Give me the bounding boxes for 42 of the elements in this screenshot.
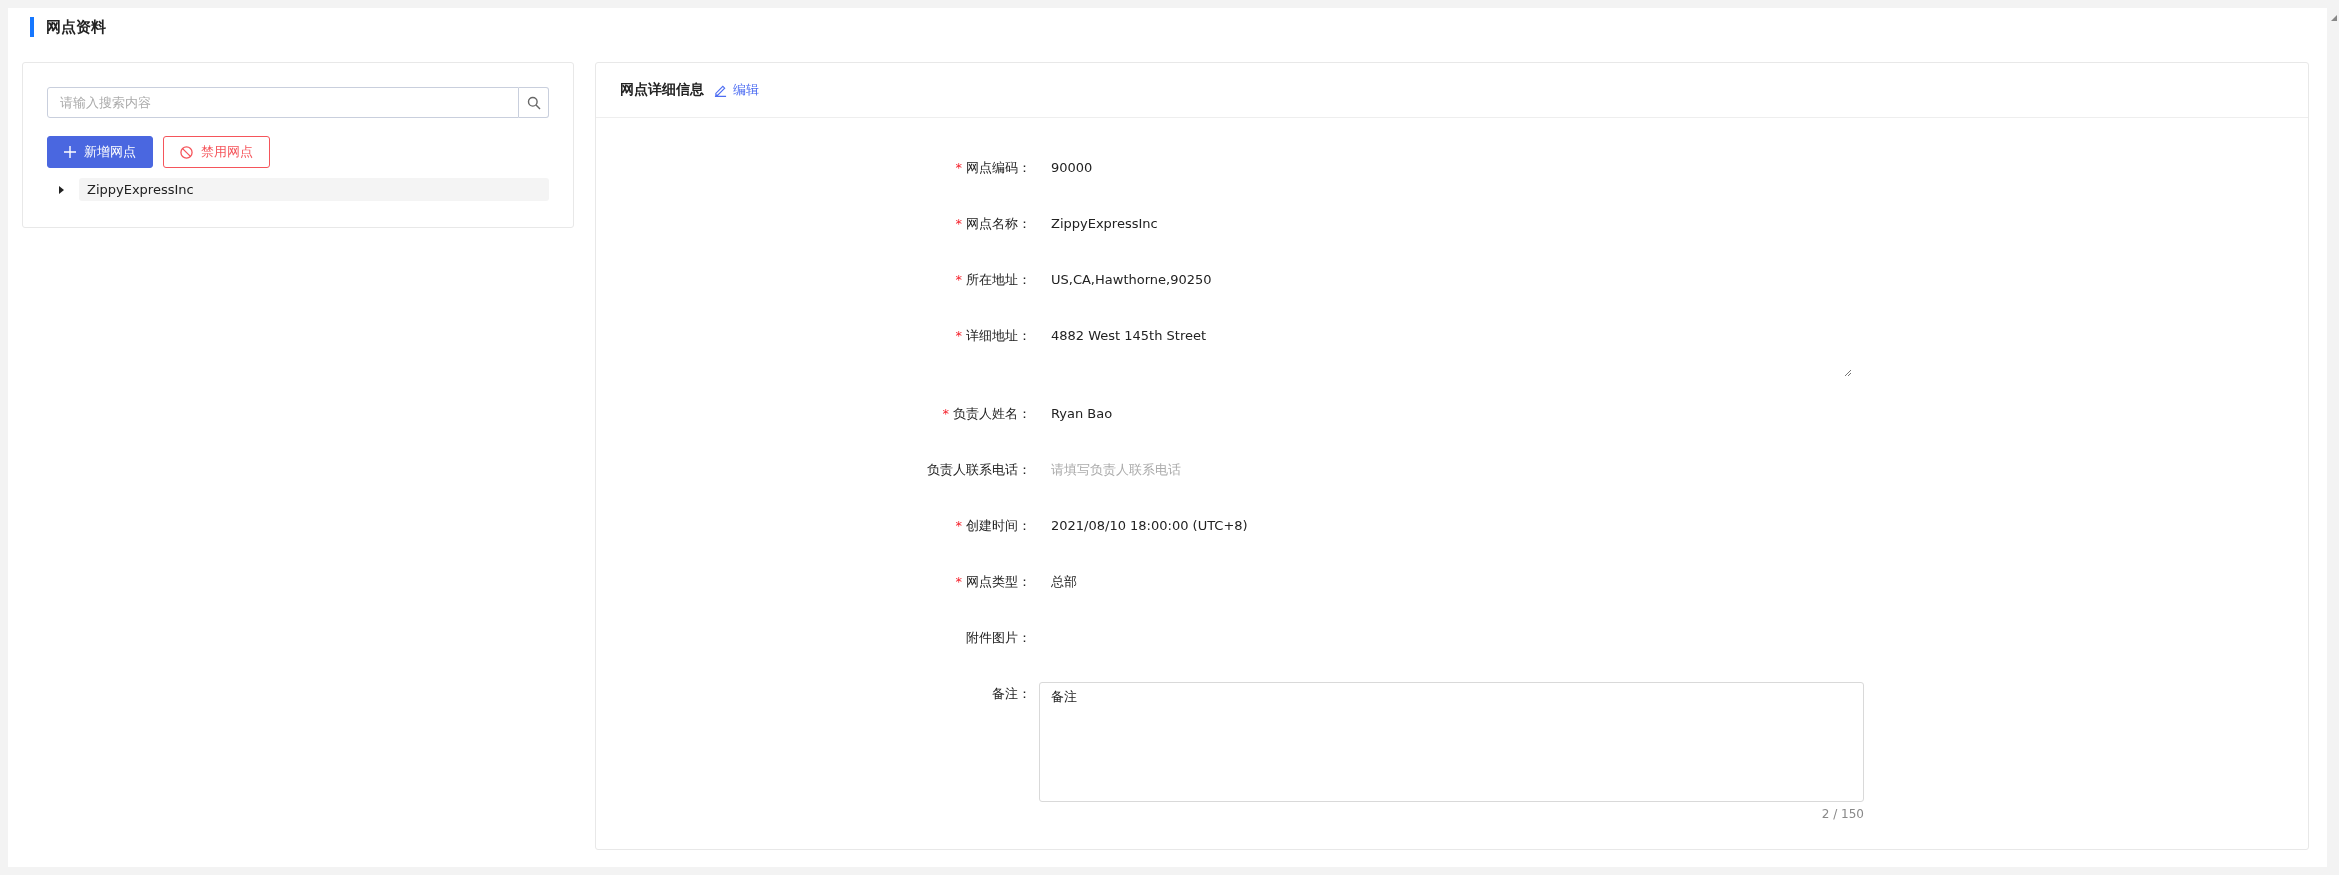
tree-item[interactable]: ZippyExpressInc (79, 178, 549, 201)
required-mark: * (955, 573, 962, 591)
search-icon (526, 95, 541, 110)
field-value: 4882 West 145th Street (1050, 328, 1207, 343)
required-mark: * (955, 159, 962, 177)
required-mark: * (955, 517, 962, 535)
field-value: US,CA,Hawthorne,90250 (1050, 272, 1212, 287)
scroll-up-icon[interactable] (2331, 15, 2337, 21)
prohibited-icon (180, 145, 193, 159)
section-title: 网点详细信息 (620, 81, 704, 99)
edit-link[interactable]: 编辑 (714, 81, 759, 99)
add-button[interactable]: 新增网点 (47, 136, 153, 168)
search-field[interactable]: 请输入搜索内容 (47, 87, 519, 118)
required-mark: * (942, 405, 949, 423)
resize-handle-icon[interactable] (1844, 369, 1851, 376)
disable-button[interactable]: 禁用网点 (163, 136, 270, 168)
field-label: 负责人姓名： (953, 405, 1031, 423)
character-counter: 2 / 150 (1821, 806, 1864, 823)
field-label: 所在地址： (966, 271, 1031, 289)
field-label: 详细地址： (966, 327, 1031, 345)
title-accent (30, 17, 34, 37)
field-label: 网点名称： (966, 215, 1031, 233)
field-value: ZippyExpressInc (1050, 216, 1158, 231)
field-label: 网点类型： (966, 573, 1031, 591)
field-value: 总部 (1050, 574, 1077, 589)
required-mark: * (955, 271, 962, 289)
pencil-icon (714, 83, 727, 97)
field-label: 附件图片： (966, 629, 1031, 647)
field-label: 负责人联系电话： (927, 461, 1031, 479)
caret-icon[interactable] (57, 185, 65, 194)
field-label: 网点编码： (966, 159, 1031, 177)
page-title: 网点资料 (46, 17, 106, 37)
field-label: 创建时间： (966, 517, 1031, 535)
remark-textarea[interactable]: 备注 (1039, 682, 1864, 802)
field-label: 备注： (992, 685, 1031, 703)
plus-icon (64, 146, 76, 158)
required-mark: * (955, 215, 962, 233)
field-value: Ryan Bao (1050, 406, 1113, 421)
field-value: 90000 (1050, 160, 1093, 175)
search-button[interactable] (519, 87, 549, 118)
field-value: 2021/08/10 18:00:00 (UTC+8) (1050, 518, 1248, 533)
required-mark: * (955, 327, 962, 345)
